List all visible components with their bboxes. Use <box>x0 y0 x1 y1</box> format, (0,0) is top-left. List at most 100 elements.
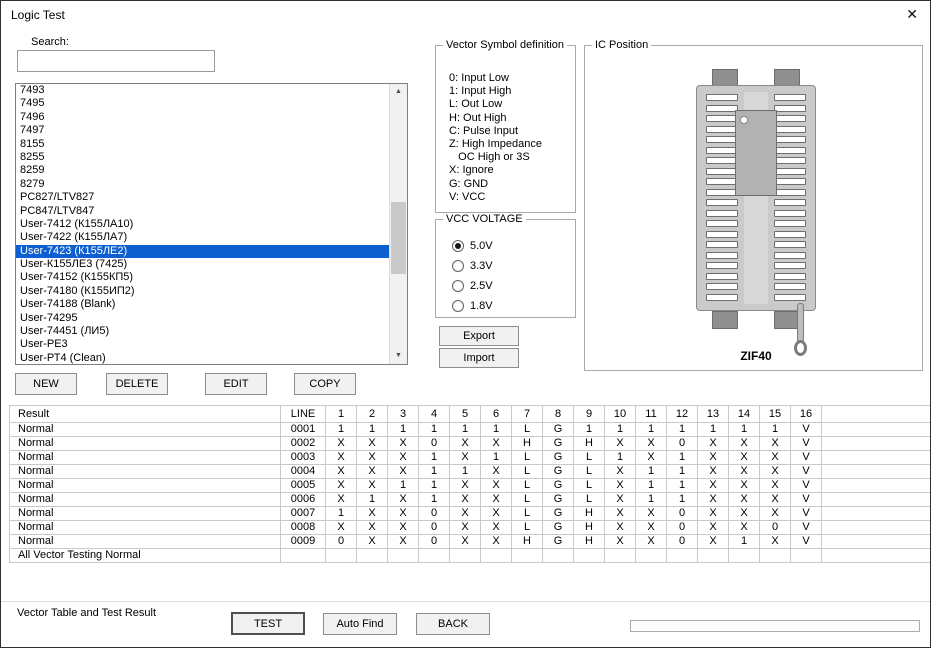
copy-button[interactable]: COPY <box>294 373 356 395</box>
pin-cell: X <box>450 507 481 521</box>
table-row: Normal0002XXX0XXHGHXX0XXXV <box>10 437 931 451</box>
socket-body <box>696 85 816 311</box>
radio-icon[interactable] <box>452 300 464 312</box>
list-item[interactable]: User-РЕ3 <box>16 338 390 351</box>
list-item[interactable]: 7497 <box>16 124 390 137</box>
list-item[interactable]: User-7412 (К155ЛА10) <box>16 218 390 231</box>
list-item[interactable]: User-7422 (К155ЛА7) <box>16 231 390 244</box>
scroll-down-icon[interactable]: ▼ <box>390 348 407 364</box>
pin-cell: X <box>729 451 760 465</box>
pin-cell: 0 <box>419 521 450 535</box>
list-item[interactable]: User-РТ4 (Clean) <box>16 352 390 364</box>
column-header: 10 <box>605 406 636 423</box>
pin-cell: X <box>698 493 729 507</box>
list-item[interactable]: PC827/LTV827 <box>16 191 390 204</box>
empty-cell <box>760 549 791 563</box>
pin-cell: 1 <box>481 423 512 437</box>
list-item[interactable]: PC847/LTV847 <box>16 205 390 218</box>
pin-cell: X <box>698 507 729 521</box>
pin-slot <box>706 231 738 238</box>
pin-cell: X <box>481 479 512 493</box>
pin-cell: X <box>636 451 667 465</box>
pin-cell: X <box>326 451 357 465</box>
scroll-up-icon[interactable]: ▲ <box>390 84 407 100</box>
list-item[interactable]: User-7423 (К155ЛЕ2) <box>16 245 390 258</box>
list-item[interactable]: User-74295 <box>16 312 390 325</box>
pin-cell: 0 <box>419 535 450 549</box>
pin-slot <box>774 262 806 269</box>
test-button[interactable]: TEST <box>231 612 305 635</box>
ic-listbox[interactable]: 74937495749674978155825582598279PC827/LT… <box>15 83 408 365</box>
pin-slot <box>706 178 738 185</box>
pin-cell: 1 <box>388 423 419 437</box>
pin-slot <box>706 294 738 301</box>
import-button[interactable]: Import <box>439 348 519 368</box>
pin-cell: 1 <box>636 423 667 437</box>
column-header: Result <box>10 406 281 423</box>
auto-find-button[interactable]: Auto Find <box>323 613 397 635</box>
table-row: Normal0006X1X1XXLGLX11XXXV <box>10 493 931 507</box>
pin-cell: 1 <box>605 423 636 437</box>
empty-cell <box>450 549 481 563</box>
pin-cell: X <box>326 493 357 507</box>
close-icon[interactable]: ✕ <box>906 6 918 23</box>
vector-symbol-line: G: GND <box>449 178 542 191</box>
pin-cell: X <box>388 465 419 479</box>
pin-cell: L <box>512 451 543 465</box>
new-button[interactable]: NEW <box>15 373 77 395</box>
pin-cell: X <box>729 493 760 507</box>
pin-cell: G <box>543 507 574 521</box>
pin-cell: X <box>388 493 419 507</box>
list-item[interactable]: 7493 <box>16 84 390 97</box>
radio-icon[interactable] <box>452 280 464 292</box>
vcc-option[interactable]: 5.0V <box>452 236 493 256</box>
list-item[interactable]: 8255 <box>16 151 390 164</box>
pin-cell: X <box>450 451 481 465</box>
list-item[interactable]: User-К155ЛЕ3 (7425) <box>16 258 390 271</box>
pin-cell: X <box>450 437 481 451</box>
edit-button[interactable]: EDIT <box>205 373 267 395</box>
table-row: Normal00071XX0XXLGHXX0XXXV <box>10 507 931 521</box>
vcc-option[interactable]: 2.5V <box>452 276 493 296</box>
list-item[interactable]: User-74152 (К155КП5) <box>16 271 390 284</box>
scroll-thumb[interactable] <box>391 202 406 274</box>
radio-icon[interactable] <box>452 240 464 252</box>
delete-button[interactable]: DELETE <box>106 373 168 395</box>
pin-cell: H <box>574 521 605 535</box>
search-input[interactable] <box>17 50 215 72</box>
pin-cell <box>822 507 931 521</box>
pin-cell: G <box>543 479 574 493</box>
list-item[interactable]: 8259 <box>16 164 390 177</box>
vcc-option[interactable]: 1.8V <box>452 296 493 316</box>
list-item[interactable]: 8279 <box>16 178 390 191</box>
table-body: Normal0001111111LG1111111VNormal0002XXX0… <box>10 423 931 563</box>
list-item[interactable]: 7496 <box>16 111 390 124</box>
pin-cell: 0 <box>419 437 450 451</box>
pin-slot <box>706 168 738 175</box>
pin-cell: L <box>574 451 605 465</box>
vector-symbol-line: 1: Input High <box>449 85 542 98</box>
back-button[interactable]: BACK <box>416 613 490 635</box>
pin-cell: X <box>636 535 667 549</box>
empty-cell <box>281 549 326 563</box>
pin-slot <box>774 252 806 259</box>
pin-slot <box>774 199 806 206</box>
empty-cell <box>729 549 760 563</box>
result-cell: Normal <box>10 521 281 535</box>
vcc-option[interactable]: 3.3V <box>452 256 493 276</box>
export-button[interactable]: Export <box>439 326 519 346</box>
pin-cell: X <box>760 535 791 549</box>
radio-icon[interactable] <box>452 260 464 272</box>
list-item[interactable]: User-74451 (ЛИ5) <box>16 325 390 338</box>
pin-cell: X <box>636 437 667 451</box>
pin-cell: X <box>760 479 791 493</box>
list-item[interactable]: User-74188 (Blank) <box>16 298 390 311</box>
pin-cell: X <box>729 479 760 493</box>
list-item[interactable]: 7495 <box>16 97 390 110</box>
list-item[interactable]: User-74180 (К155ИП2) <box>16 285 390 298</box>
list-scrollbar[interactable]: ▲ ▼ <box>389 84 407 364</box>
pin-cell: 1 <box>419 493 450 507</box>
pin-cell: X <box>357 437 388 451</box>
pin-cell: 1 <box>450 423 481 437</box>
list-item[interactable]: 8155 <box>16 138 390 151</box>
